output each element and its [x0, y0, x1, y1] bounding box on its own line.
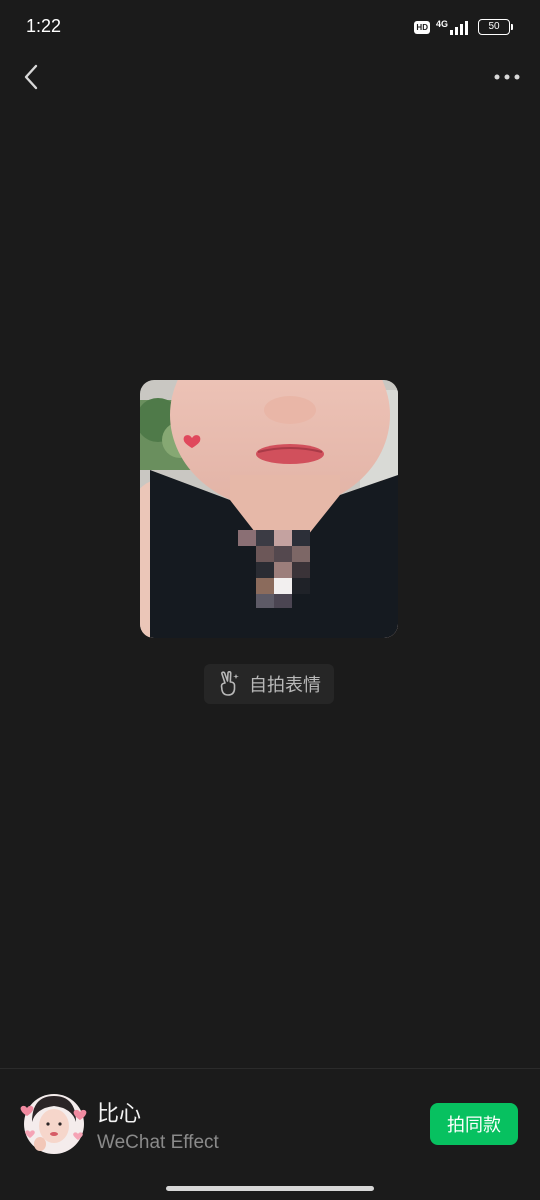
make-same-button[interactable]: 拍同款: [430, 1103, 518, 1145]
back-button[interactable]: [18, 60, 48, 94]
effect-tag-button[interactable]: 自拍表情: [204, 664, 334, 704]
network-type-label: 4G: [435, 19, 448, 29]
selfie-sticker-photo: [140, 380, 398, 638]
status-bar: 1:22 HD 4G 50: [0, 0, 540, 54]
effect-name: 比心: [97, 1102, 142, 1127]
divider: [0, 1068, 540, 1069]
effect-source: WeChat Effect: [97, 1132, 219, 1153]
more-options-button[interactable]: [492, 62, 522, 92]
status-time: 1:22: [26, 16, 62, 36]
more-dots-icon: [494, 74, 520, 80]
battery-icon: 50: [478, 19, 513, 35]
effect-tag-label: 自拍表情: [249, 675, 321, 696]
chevron-left-icon: [24, 64, 38, 90]
effect-avatar[interactable]: [20, 1088, 88, 1158]
home-indicator[interactable]: [166, 1186, 374, 1191]
status-icons: HD 4G 50: [414, 17, 513, 37]
sticker-preview-image[interactable]: [140, 380, 398, 638]
victory-hand-icon: [220, 671, 239, 696]
signal-bars-icon: [450, 19, 468, 35]
cellular-signal-icon: 4G: [436, 19, 468, 35]
heart-face-avatar-icon: [20, 1094, 87, 1154]
hd-badge: HD: [414, 20, 430, 34]
